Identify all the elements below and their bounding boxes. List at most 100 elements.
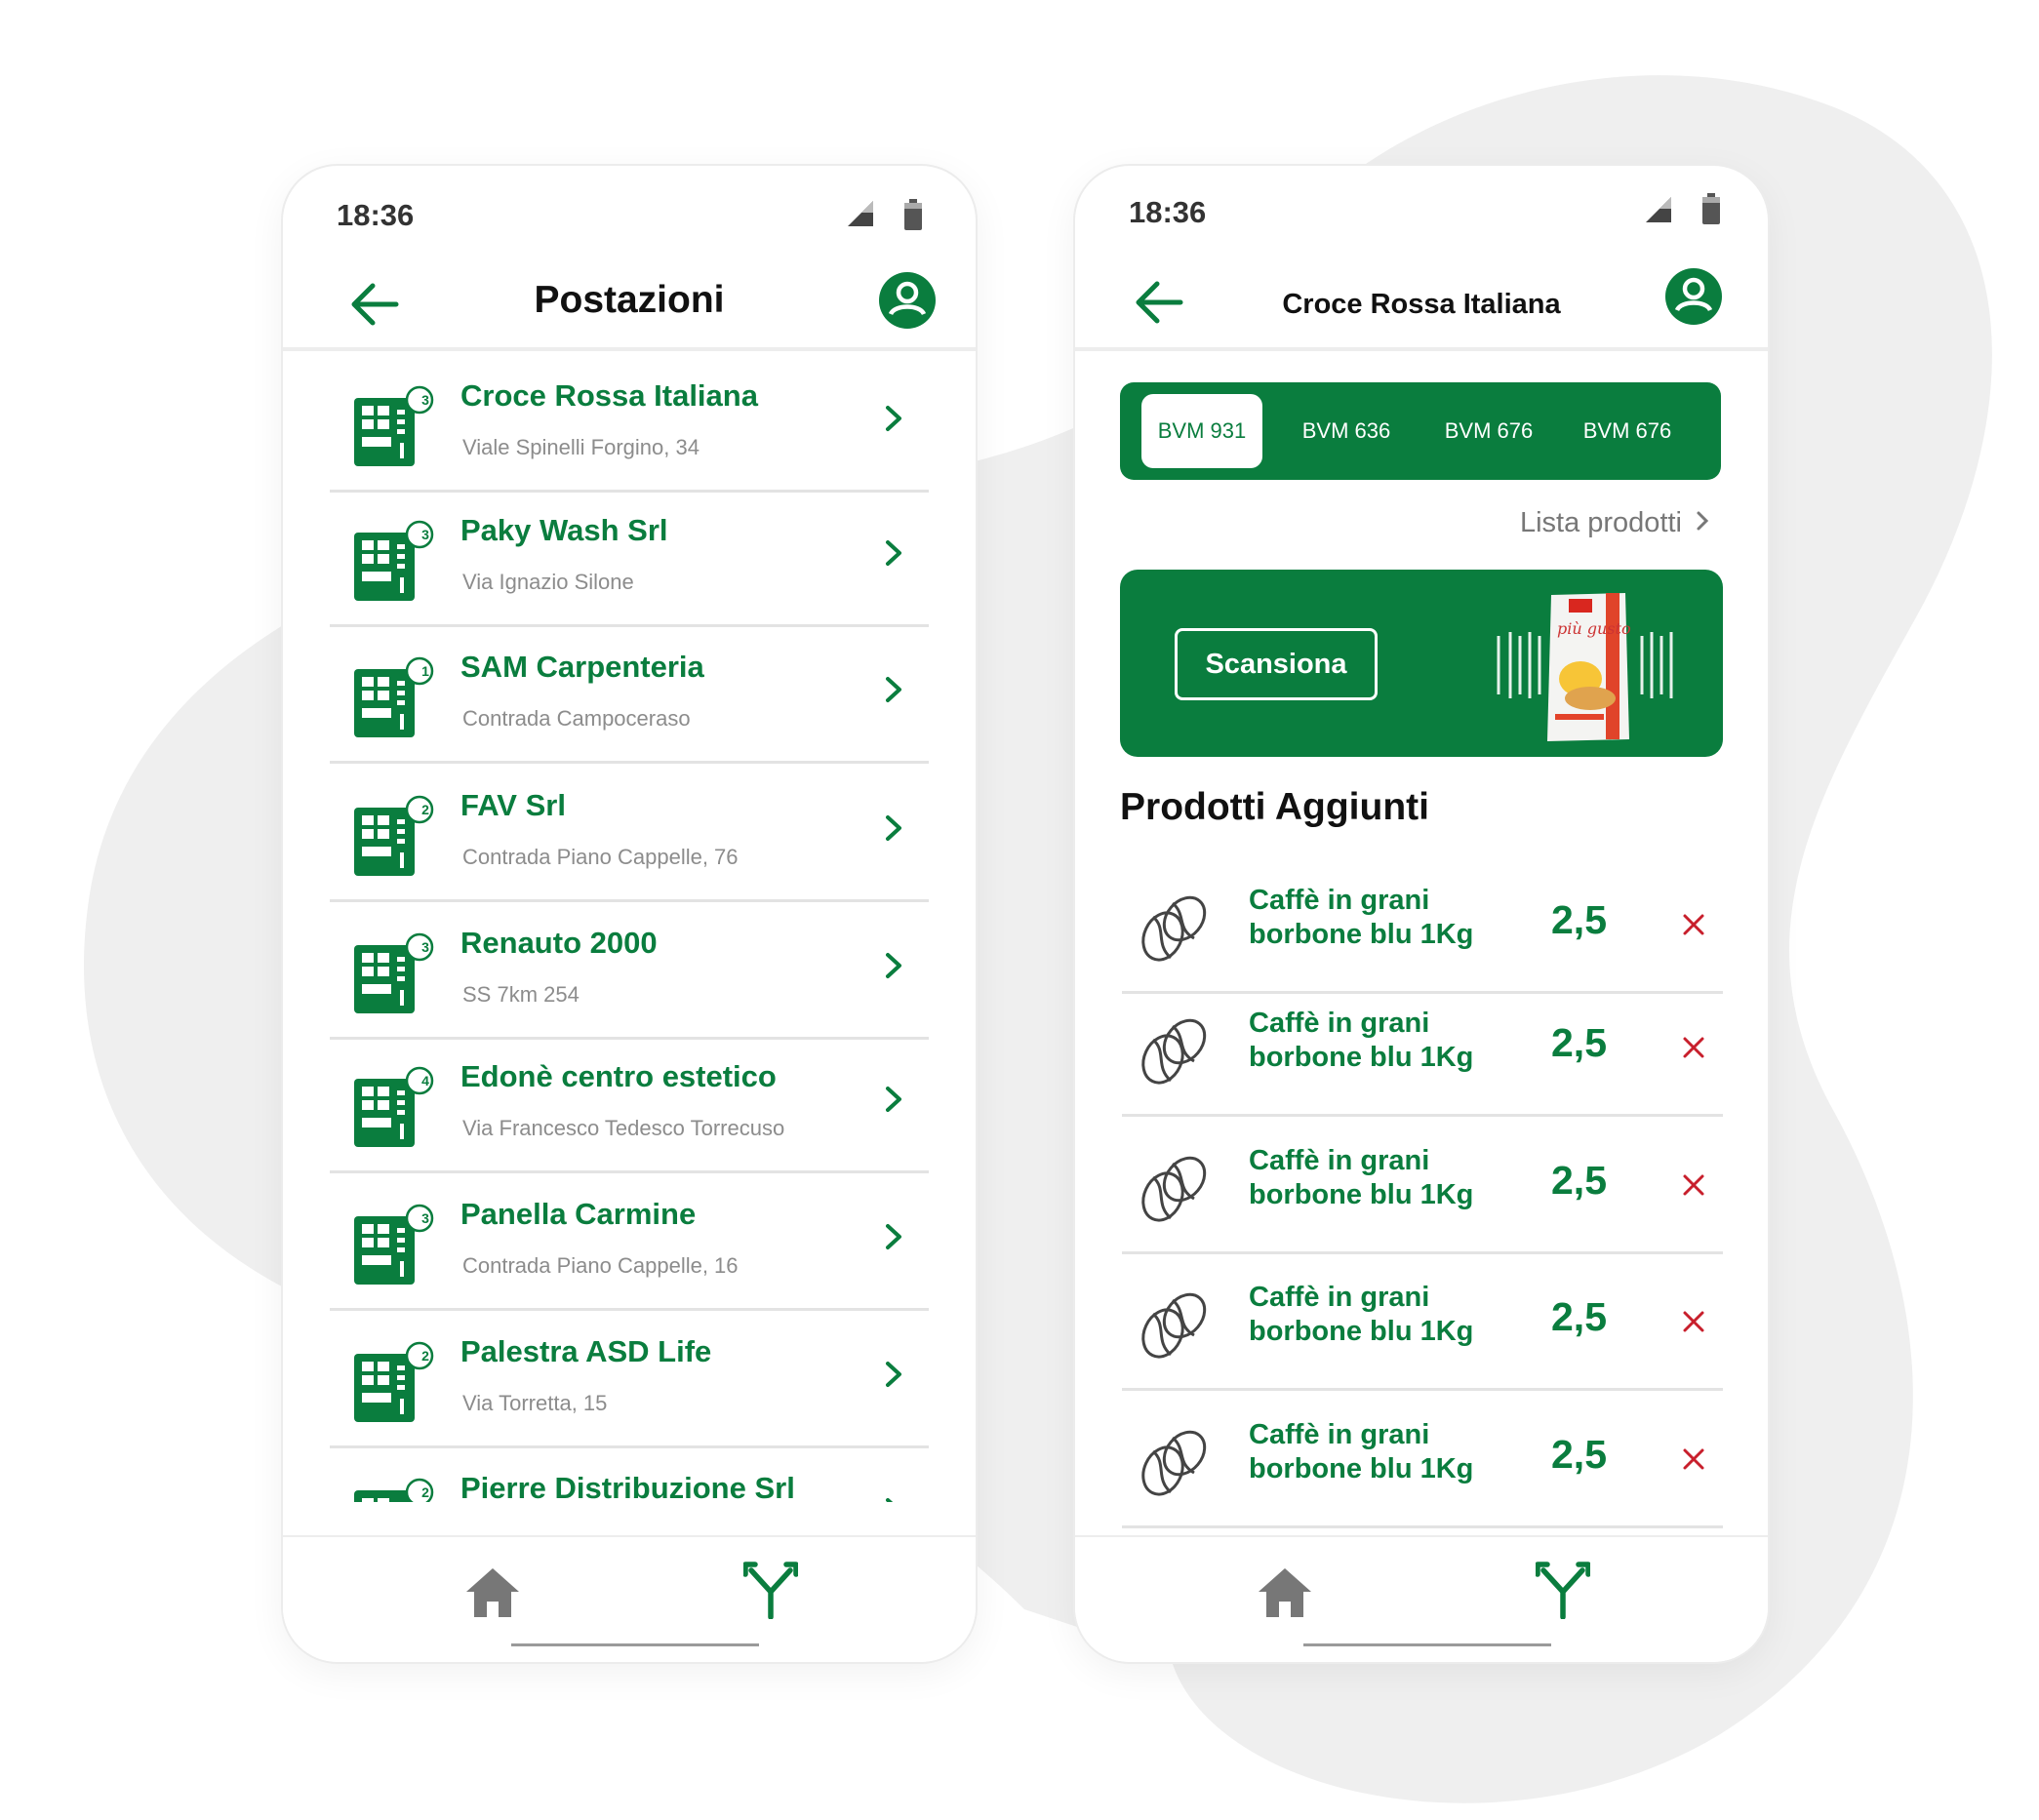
location-address: SS 7km 254: [462, 982, 580, 1007]
location-row[interactable]: 3 Panella Carmine Contrada Piano Cappelle,…: [330, 1171, 929, 1311]
product-name: Caffè in grani borbone blu 1Kg: [1249, 1282, 1474, 1347]
location-badge: 3: [421, 392, 429, 408]
chevron-right-icon: [886, 1362, 901, 1387]
product-row: Caffè in grani borbone blu 1Kg 2,5: [1122, 856, 1723, 994]
location-badge: 2: [421, 802, 429, 817]
location-row[interactable]: 2 Palestra ASD Life Via Torretta, 15: [330, 1309, 929, 1448]
location-name: Renauto 2000: [460, 926, 658, 960]
location-name: Paky Wash Srl: [460, 513, 668, 547]
product-row: Caffè in grani borbone blu 1Kg 2,5: [1122, 1117, 1723, 1254]
location-address: Via Torretta, 15: [462, 1391, 608, 1415]
package-brand-text: più gusto: [1557, 619, 1631, 638]
signal-icon: [848, 201, 873, 226]
app-bar: Postazioni: [283, 252, 976, 351]
location-row[interactable]: 3 Croce Rossa Italiana Viale Spinelli Forg…: [330, 353, 929, 493]
location-row[interactable]: 2 FAV Srl Contrada Piano Cappelle, 76: [330, 763, 929, 902]
location-address: Via Francesco Tedesco Torrecuso: [462, 1116, 785, 1140]
location-address: Contrada Piano Cappelle, 16: [462, 1253, 739, 1278]
chevron-right-icon: [1697, 511, 1709, 531]
product-quantity: 2,5: [1551, 1432, 1607, 1477]
location-address: Contrada Piano Cappelle, 76: [462, 845, 739, 869]
product-row: Caffè in grani borbone blu 1Kg 2,5: [1122, 979, 1723, 1117]
location-badge: 3: [421, 527, 429, 542]
location-name: Panella Carmine: [460, 1197, 697, 1231]
section-title: Prodotti Aggiunti: [1120, 786, 1429, 828]
chevron-right-icon: [886, 406, 901, 431]
barcode-product-image: più gusto: [1497, 593, 1673, 741]
location-badge: 1: [421, 663, 429, 679]
home-icon[interactable]: [462, 1564, 523, 1619]
chevron-right-icon: [886, 677, 901, 702]
chevron-right-icon: [886, 1087, 901, 1112]
signal-icon: [1646, 197, 1671, 222]
home-icon[interactable]: [1255, 1564, 1315, 1619]
location-name: Croce Rossa Italiana: [460, 378, 758, 413]
delete-icon[interactable]: [1682, 1447, 1705, 1471]
product-quantity: 2,5: [1551, 897, 1607, 942]
chevron-right-icon: [886, 815, 901, 841]
route-icon[interactable]: [743, 1561, 798, 1619]
tab-bvm-931[interactable]: BVM 931: [1141, 394, 1262, 468]
product-list-label: Lista prodotti: [1519, 507, 1682, 538]
location-name: Pierre Distribuzione Srl: [460, 1471, 795, 1502]
tab-bvm-676[interactable]: BVM 676: [1428, 394, 1549, 468]
scan-button[interactable]: Scansiona: [1175, 628, 1378, 700]
page-title: Postazioni: [534, 279, 725, 321]
product-name: Caffè in grani borbone blu 1Kg: [1249, 885, 1474, 950]
status-time: 18:36: [337, 198, 415, 232]
delete-icon[interactable]: [1682, 1036, 1705, 1059]
product-quantity: 2,5: [1551, 1020, 1607, 1065]
phone-postazioni: 18:36 Postazioni 3 Croce Rossa Italiana Vi…: [283, 166, 976, 1662]
bottom-nav: [1075, 1535, 1768, 1662]
delete-icon[interactable]: [1682, 1310, 1705, 1333]
tab-bvm-676-2[interactable]: BVM 676: [1567, 394, 1688, 468]
location-row[interactable]: 4 Edonè centro estetico Via Francesco Tede…: [330, 1034, 929, 1173]
chevron-right-icon: [886, 1224, 901, 1249]
product-quantity: 2,5: [1551, 1294, 1607, 1339]
coffee-bean-icon: [1141, 1156, 1207, 1222]
location-badge: 3: [421, 939, 429, 955]
chevron-right-icon: [886, 540, 901, 566]
profile-icon[interactable]: [878, 271, 937, 330]
status-time: 18:36: [1129, 195, 1207, 229]
product-list-link[interactable]: Lista prodotti: [1520, 507, 1709, 539]
coffee-bean-icon: [1141, 895, 1207, 962]
coffee-bean-icon: [1141, 1292, 1207, 1359]
location-row[interactable]: 3 Paky Wash Srl Via Ignazio Silone: [330, 488, 929, 627]
location-name: Edonè centro estetico: [460, 1059, 777, 1093]
location-address: Via Ignazio Silone: [462, 570, 634, 594]
home-indicator: [1303, 1643, 1551, 1646]
location-address: Contrada Campoceraso: [462, 706, 691, 731]
location-name: Palestra ASD Life: [460, 1334, 712, 1368]
battery-icon: [1702, 193, 1720, 224]
product-row: Caffè in grani borbone blu 1Kg 2,5: [1122, 1391, 1723, 1528]
product-row: Caffè in grani borbone blu 1Kg 2,5: [1122, 1253, 1723, 1391]
location-row[interactable]: 2 Pierre Distribuzione Srl: [330, 1445, 929, 1502]
location-row[interactable]: 1 SAM Carpenteria Contrada Campoceraso: [330, 624, 929, 764]
chevron-right-icon: [886, 953, 901, 978]
delete-icon[interactable]: [1682, 1173, 1705, 1197]
product-name: Caffè in grani borbone blu 1Kg: [1249, 1145, 1474, 1210]
tab-bvm-636[interactable]: BVM 636: [1286, 394, 1407, 468]
product-name: Caffè in grani borbone blu 1Kg: [1249, 1008, 1474, 1073]
profile-icon[interactable]: [1664, 267, 1723, 326]
location-address: Viale Spinelli Forgino, 34: [462, 435, 700, 459]
chevron-right-icon: [886, 1498, 894, 1502]
location-name: SAM Carpenteria: [460, 650, 704, 684]
coffee-bean-icon: [1141, 1430, 1207, 1496]
home-indicator: [511, 1643, 759, 1646]
location-badge: 2: [421, 1484, 429, 1500]
product-quantity: 2,5: [1551, 1158, 1607, 1203]
product-name: Caffè in grani borbone blu 1Kg: [1249, 1419, 1474, 1484]
scan-banner: Scansiona più gusto: [1120, 570, 1723, 757]
locations-list: 3 Croce Rossa Italiana Viale Spinelli Forg…: [283, 353, 976, 1502]
route-icon[interactable]: [1536, 1561, 1590, 1619]
status-bar: 18:36: [1075, 166, 1768, 252]
location-row[interactable]: 3 Renauto 2000 SS 7km 254: [330, 900, 929, 1040]
delete-icon[interactable]: [1682, 913, 1705, 936]
status-bar: 18:36: [283, 166, 976, 252]
app-bar: Croce Rossa Italiana: [1075, 252, 1768, 351]
battery-icon: [904, 199, 922, 230]
location-badge: 2: [421, 1348, 429, 1364]
phone-location-detail: 18:36 Croce Rossa Italiana BVM 931 BVM 6…: [1075, 166, 1768, 1662]
